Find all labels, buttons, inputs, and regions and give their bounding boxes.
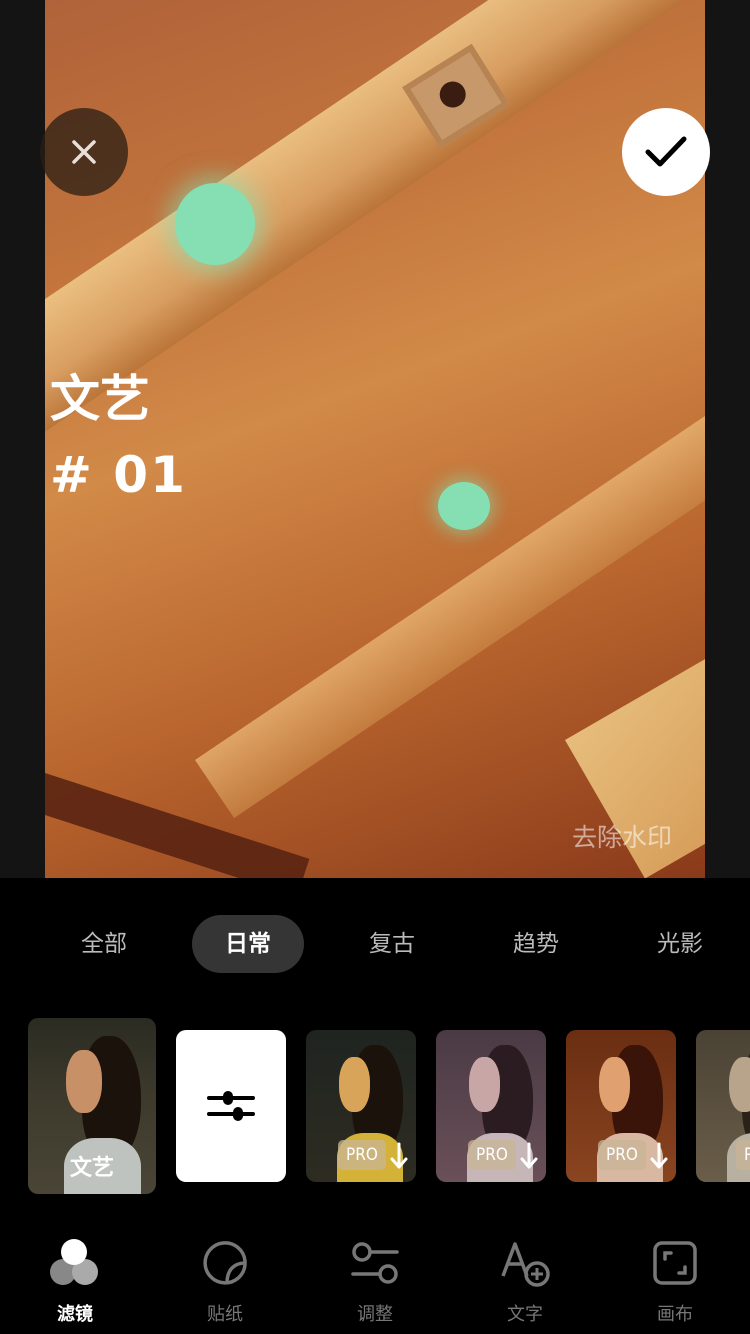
filter-item[interactable]: PRO [436,1030,546,1182]
filter-number: # 01 [50,446,187,504]
filter-icon [50,1239,98,1285]
filter-item[interactable]: PRO [566,1030,676,1182]
nav-label: 贴纸 [207,1304,243,1325]
pro-badge: PRO [598,1140,646,1170]
tab-daily[interactable]: 日常 [192,915,304,973]
filter-title-overlay: 文艺 # 01 [50,366,187,508]
canvas-icon [653,1241,697,1285]
sticker-icon [203,1241,247,1285]
filter-item-selected[interactable]: 文艺 [28,1018,156,1194]
nav-label: 调整 [357,1304,393,1325]
confirm-button[interactable] [622,108,710,196]
ceiling-light [175,183,255,265]
ceiling-light [438,482,490,530]
adjust-icon [351,1242,399,1284]
nav-canvas[interactable]: 画布 [615,1234,735,1326]
nav-adjust[interactable]: 调整 [315,1234,435,1326]
tab-all[interactable]: 全部 [64,915,144,973]
preview-area: 文艺 # 01 去除水印 [0,0,750,878]
nav-label: 画布 [657,1304,693,1325]
download-icon [650,1142,668,1169]
download-icon [390,1142,408,1169]
tab-light-shadow[interactable]: 光影 [640,915,720,973]
text-add-icon [501,1242,550,1287]
nav-text[interactable]: 文字 [465,1234,585,1326]
sliders-icon [207,1091,255,1121]
filter-item[interactable]: PRO [696,1030,750,1182]
filter-list: 文艺 PRO PRO PRO PRO [0,1018,750,1198]
nav-filter[interactable]: 滤镜 [15,1234,135,1326]
download-icon [520,1142,538,1169]
close-icon [72,140,96,164]
pro-badge: PRO [468,1140,516,1170]
filter-category-tabs: 全部 日常 复古 趋势 光影 [0,915,750,977]
nav-sticker[interactable]: 贴纸 [165,1234,285,1326]
tab-retro[interactable]: 复古 [352,915,432,973]
pro-badge: PRO [736,1140,750,1170]
close-button[interactable] [40,108,128,196]
tab-trend[interactable]: 趋势 [496,915,576,973]
nav-label: 文字 [507,1304,543,1325]
filter-item[interactable]: PRO [306,1030,416,1182]
filter-item-label: 文艺 [69,1156,114,1181]
filter-adjust-button[interactable] [176,1030,286,1182]
check-icon [645,136,687,167]
nav-label: 滤镜 [57,1304,93,1325]
pro-badge: PRO [338,1140,386,1170]
filter-name: 文艺 [50,370,150,428]
bottom-toolbar: 滤镜 贴纸 调整 文字 画布 [0,1234,750,1334]
remove-watermark-link[interactable]: 去除水印 [572,818,672,854]
